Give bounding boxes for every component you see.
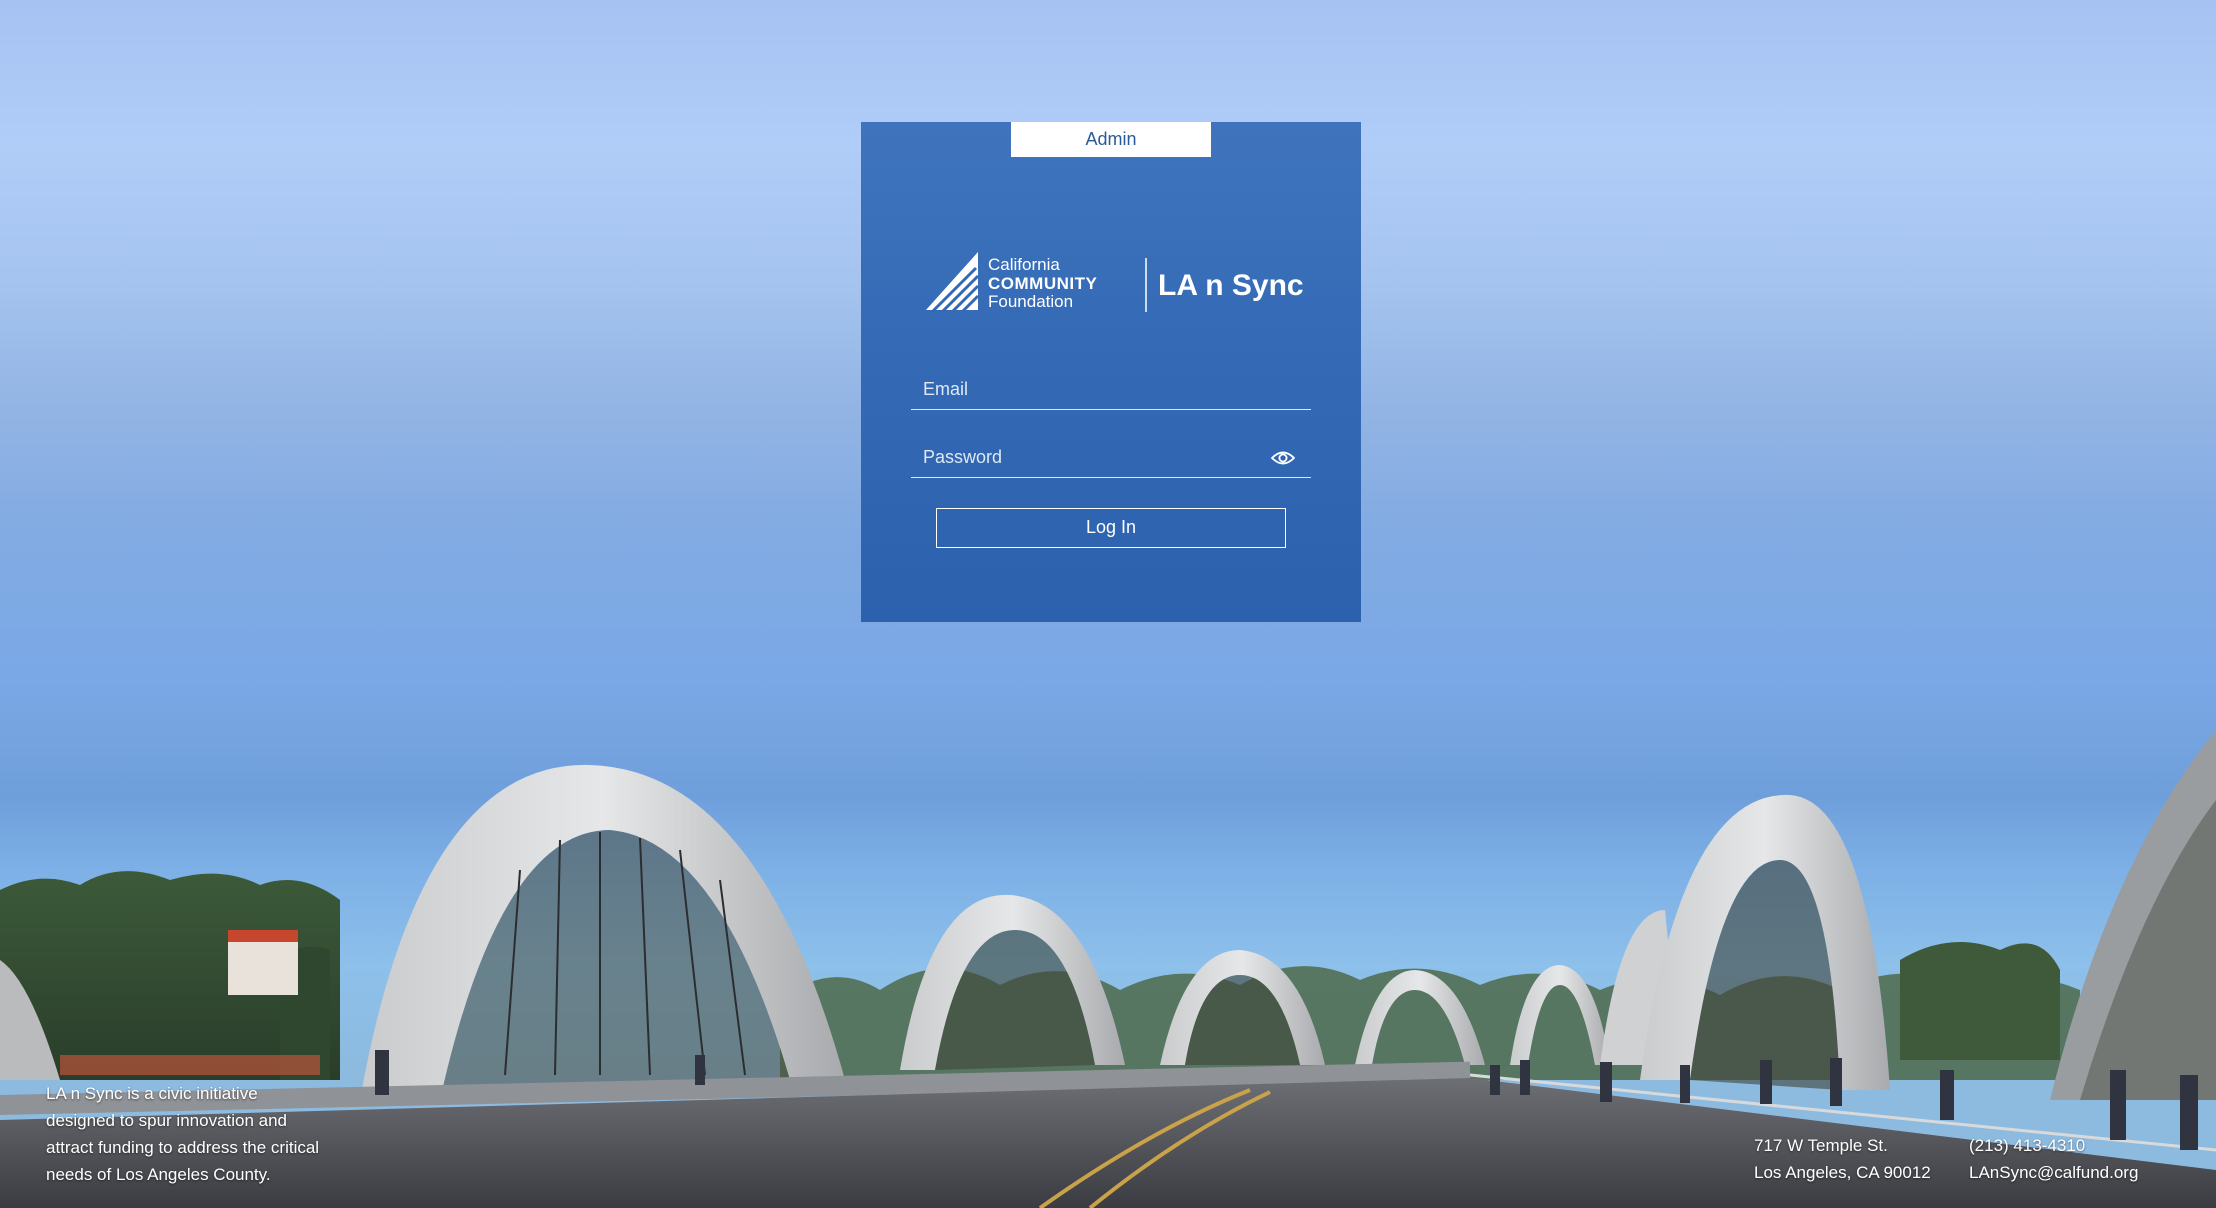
california-community-foundation-logo: California COMMUNITY Foundation LA n Syn… bbox=[926, 252, 1304, 314]
logo-line-foundation: Foundation bbox=[988, 292, 1073, 311]
logo-line-california: California bbox=[988, 255, 1060, 274]
contact-email-link[interactable]: LAnSync@calfund.org bbox=[1969, 1159, 2138, 1186]
email-input[interactable] bbox=[923, 375, 1263, 403]
logo-line-community: COMMUNITY bbox=[988, 274, 1097, 293]
email-field bbox=[911, 364, 1311, 410]
footer-description-line: designed to spur innovation and bbox=[46, 1111, 288, 1130]
address-street: 717 W Temple St. bbox=[1754, 1136, 1888, 1155]
footer-description: LA n Sync is a civic initiative designed… bbox=[46, 1080, 366, 1188]
password-field bbox=[911, 432, 1311, 478]
footer-address: 717 W Temple St. Los Angeles, CA 90012 bbox=[1754, 1132, 1931, 1186]
footer-contact: (213) 413-4310 LAnSync@calfund.org bbox=[1969, 1132, 2138, 1186]
contact-phone[interactable]: (213) 413-4310 bbox=[1969, 1132, 2138, 1159]
login-page: Admin California COMMUNITY Foundation LA… bbox=[0, 0, 2216, 1208]
eye-icon[interactable] bbox=[1271, 449, 1295, 467]
address-city: Los Angeles, CA 90012 bbox=[1754, 1163, 1931, 1182]
logo-product-name: LA n Sync bbox=[1158, 269, 1304, 302]
tab-admin[interactable]: Admin bbox=[1011, 122, 1211, 157]
password-input[interactable] bbox=[923, 443, 1263, 471]
footer-description-line: needs of Los Angeles County. bbox=[46, 1165, 271, 1184]
login-button[interactable]: Log In bbox=[936, 508, 1286, 548]
footer-description-line: LA n Sync is a civic initiative bbox=[46, 1084, 258, 1103]
footer-description-line: attract funding to address the critical bbox=[46, 1138, 320, 1157]
login-card: Admin California COMMUNITY Foundation LA… bbox=[861, 122, 1361, 622]
